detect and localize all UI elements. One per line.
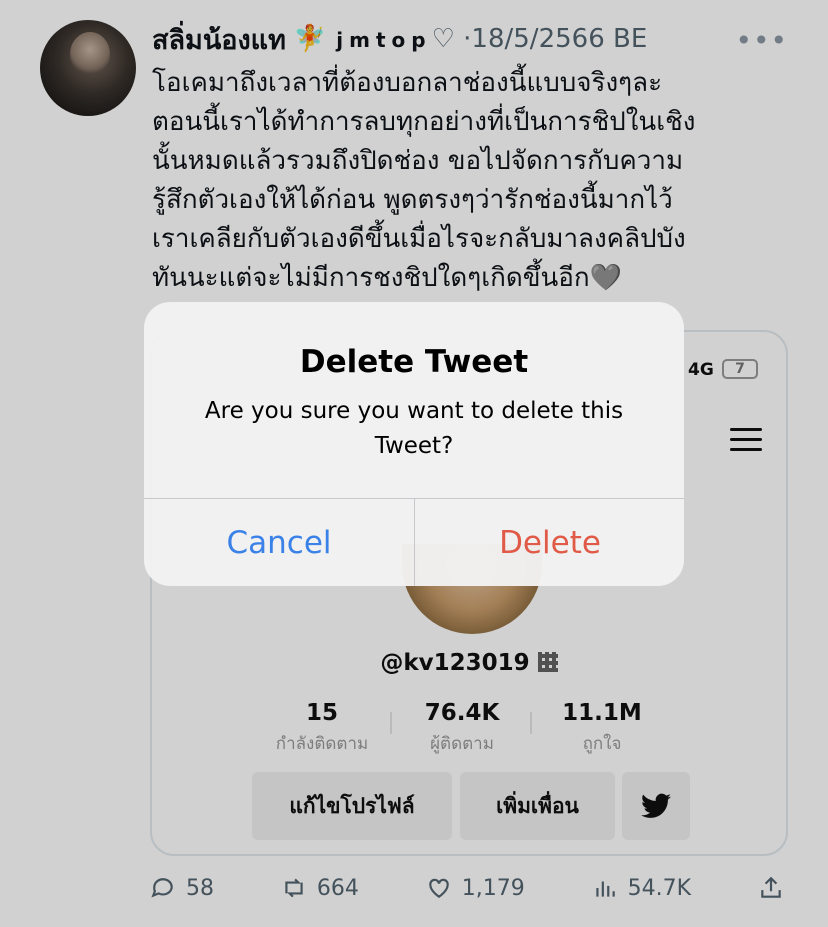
delete-button[interactable]: Delete: [415, 499, 684, 586]
dialog-message: Are you sure you want to delete this Twe…: [204, 398, 624, 459]
cancel-button[interactable]: Cancel: [144, 499, 414, 586]
dialog-title: Delete Tweet: [299, 344, 529, 380]
delete-tweet-dialog: Delete Tweet Are you sure you want to de…: [144, 302, 684, 586]
